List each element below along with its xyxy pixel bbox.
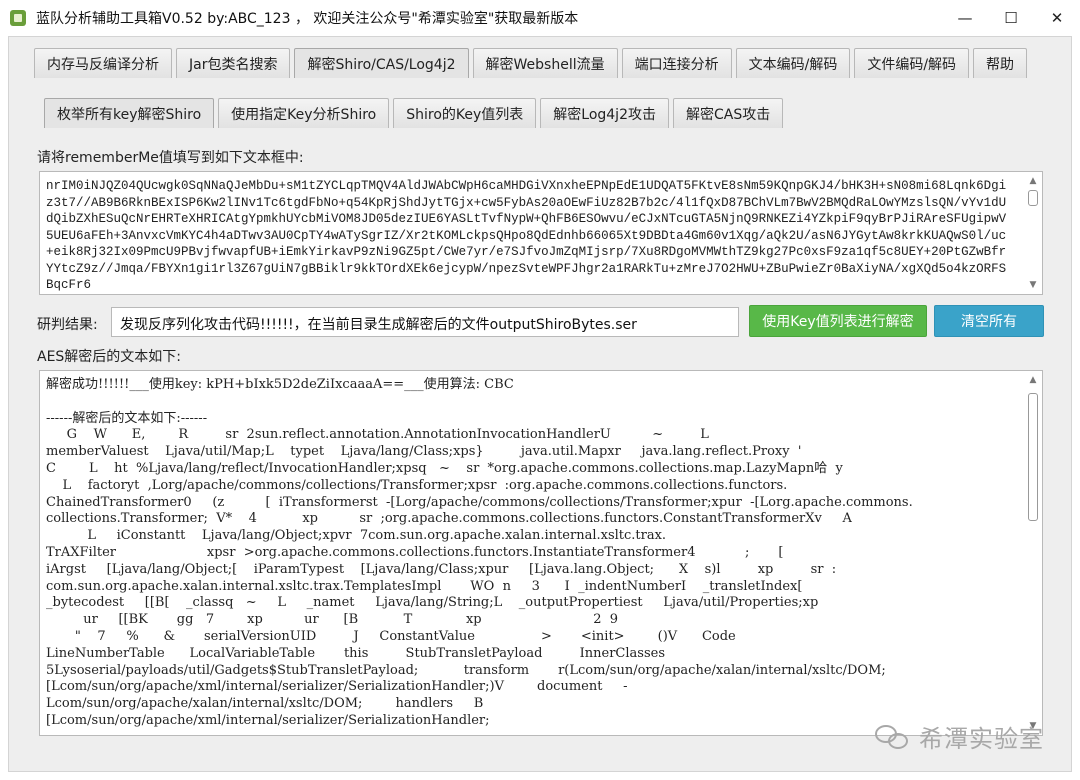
result-label: 研判结果: <box>37 317 98 333</box>
wechat-icon <box>875 723 911 751</box>
window-title: 蓝队分析辅助工具箱V0.52 by:ABC_123 ， 欢迎关注公众号"希潭实验… <box>36 11 579 27</box>
tab-decrypt-webshell-traffic[interactable]: 解密Webshell流量 <box>472 48 618 78</box>
sub-tab-row: 枚举所有key解密Shiro 使用指定Key分析Shiro Shiro的Key值… <box>44 98 787 128</box>
app-icon <box>10 10 26 26</box>
subtab-shiro-key-list[interactable]: Shiro的Key值列表 <box>393 98 537 128</box>
rememberme-scrollbar[interactable]: ▲ ▼ <box>1026 176 1040 290</box>
rememberme-value: nrIM0iNJQZ04QUcwgk0SqNNaQJeMbDu+sM1tZYCL… <box>46 179 1007 292</box>
decrypt-with-keylist-button[interactable]: 使用Key值列表进行解密 <box>749 305 927 337</box>
tab-decrypt-shiro-cas-log4j2[interactable]: 解密Shiro/CAS/Log4j2 <box>294 48 469 78</box>
scroll-up-icon[interactable]: ▲ <box>1028 176 1038 186</box>
subtab-decrypt-cas[interactable]: 解密CAS攻击 <box>672 98 784 128</box>
result-field[interactable]: 发现反序列化攻击代码!!!!!!，在当前目录生成解密后的文件outputShir… <box>111 307 739 337</box>
tab-file-encode-decode[interactable]: 文件编码/解码 <box>854 48 970 78</box>
tab-port-connection[interactable]: 端口连接分析 <box>621 48 732 78</box>
rememberme-textarea[interactable]: nrIM0iNJQZ04QUcwgk0SqNNaQJeMbDu+sM1tZYCL… <box>39 171 1043 295</box>
subtab-enumerate-keys-shiro[interactable]: 枚举所有key解密Shiro <box>44 98 215 128</box>
watermark-text: 希潭实验室 <box>919 725 1044 753</box>
clear-all-button[interactable]: 清空所有 <box>934 305 1044 337</box>
scroll-up-icon[interactable]: ▲ <box>1028 375 1038 385</box>
tab-jar-class-search[interactable]: Jar包类名搜索 <box>176 48 291 78</box>
subtab-specified-key-shiro[interactable]: 使用指定Key分析Shiro <box>218 98 390 128</box>
window-controls: — ☐ ✕ <box>942 0 1080 36</box>
aes-output-scrollbar[interactable]: ▲ ▼ <box>1026 375 1040 731</box>
tab-text-encode-decode[interactable]: 文本编码/解码 <box>735 48 851 78</box>
maximize-button[interactable]: ☐ <box>988 0 1034 36</box>
title-bar: 蓝队分析辅助工具箱V0.52 by:ABC_123 ， 欢迎关注公众号"希潭实验… <box>0 0 1080 36</box>
tab-memshell-decompile[interactable]: 内存马反编译分析 <box>34 48 172 78</box>
tab-help[interactable]: 帮助 <box>973 48 1028 78</box>
main-panel: 内存马反编译分析 Jar包类名搜索 解密Shiro/CAS/Log4j2 解密W… <box>8 36 1072 772</box>
aes-output-label: AES解密后的文本如下: <box>37 349 182 365</box>
close-button[interactable]: ✕ <box>1034 0 1080 36</box>
scroll-thumb[interactable] <box>1028 393 1038 521</box>
main-tab-row: 内存马反编译分析 Jar包类名搜索 解密Shiro/CAS/Log4j2 解密W… <box>34 48 1031 78</box>
rememberme-label: 请将rememberMe值填写到如下文本框中: <box>37 150 304 166</box>
aes-output-textarea[interactable]: 解密成功!!!!!!___使用key: kPH+bIxk5D2deZiIxcaa… <box>39 370 1043 736</box>
aes-output-text: 解密成功!!!!!!___使用key: kPH+bIxk5D2deZiIxcaa… <box>46 377 913 728</box>
minimize-button[interactable]: — <box>942 0 988 36</box>
subtab-decrypt-log4j2[interactable]: 解密Log4j2攻击 <box>540 98 669 128</box>
scroll-thumb[interactable] <box>1028 190 1038 206</box>
watermark: 希潭实验室 <box>875 719 1044 754</box>
scroll-down-icon[interactable]: ▼ <box>1028 280 1038 290</box>
